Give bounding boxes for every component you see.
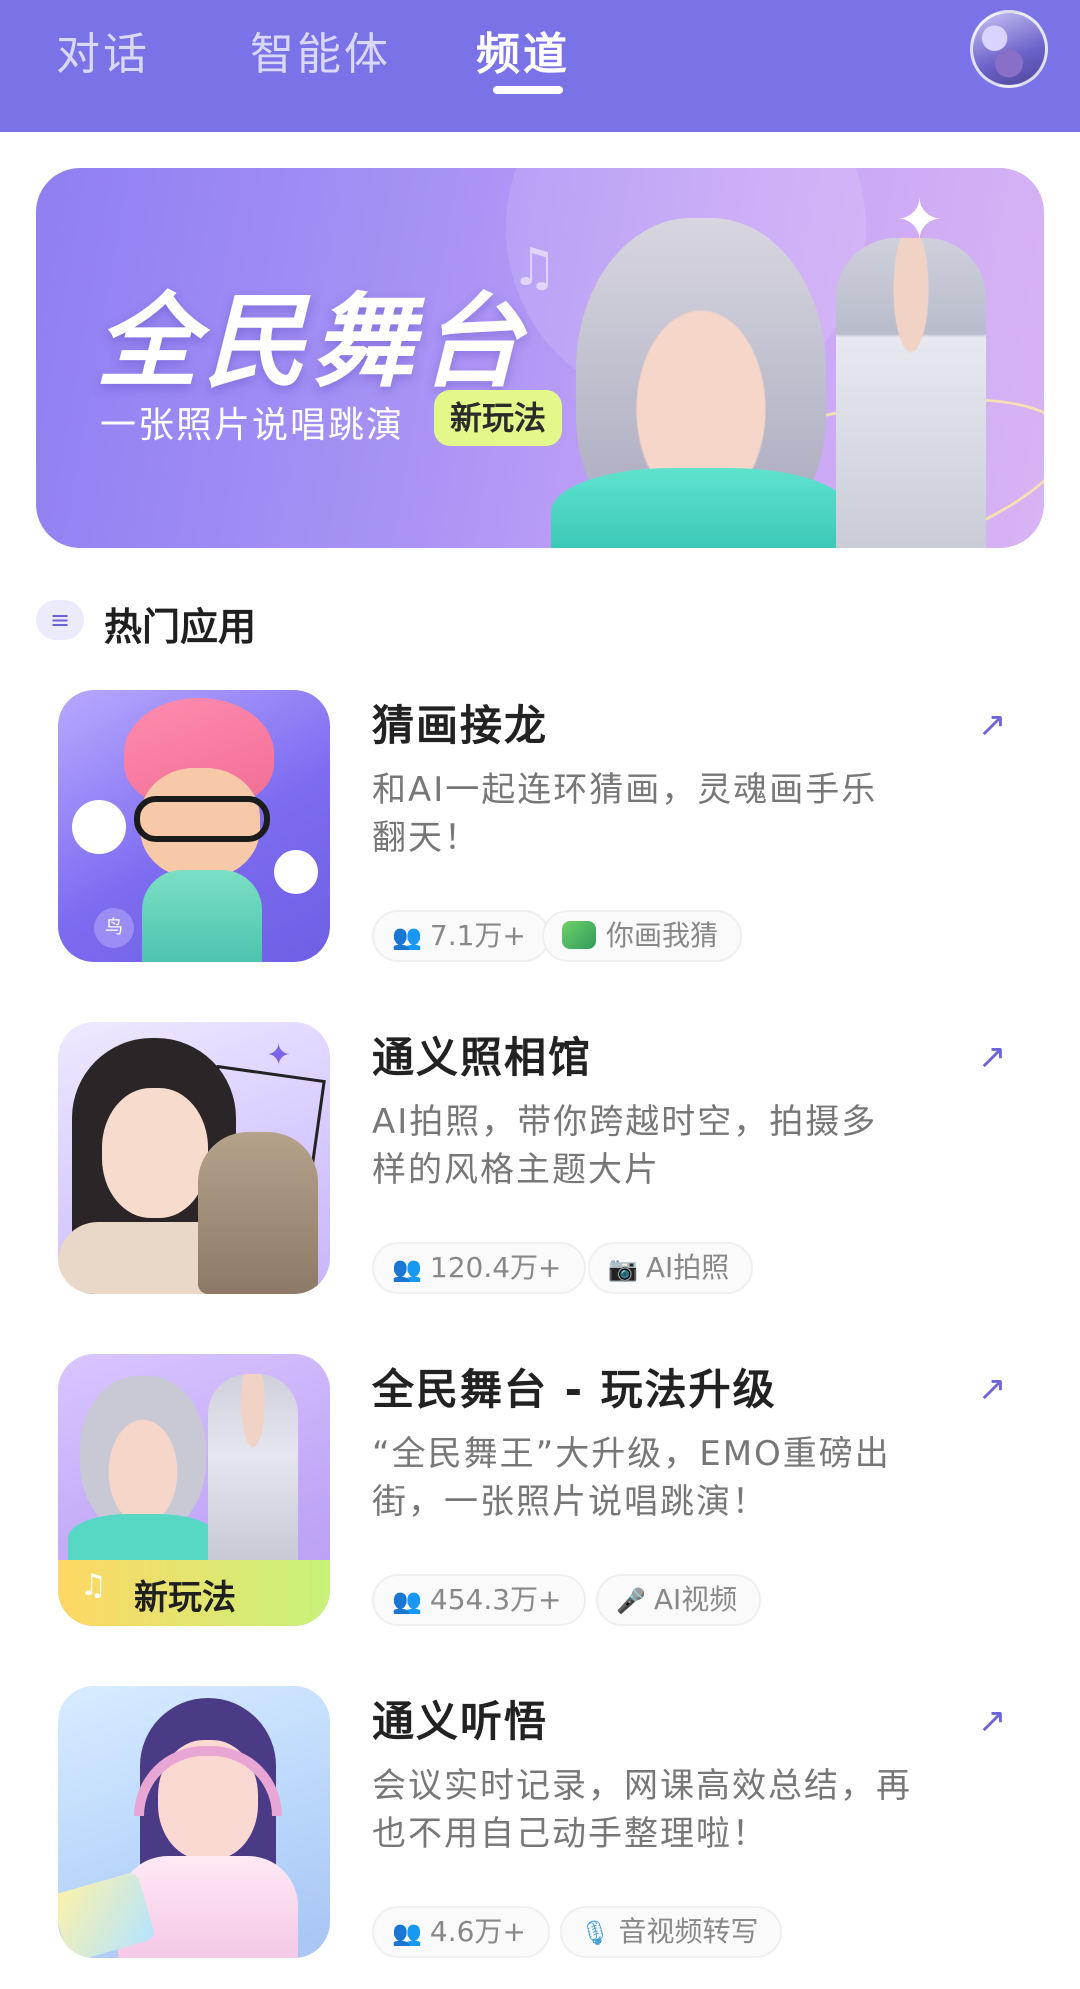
banner-subtitle: 一张照片说唱跳演 — [100, 405, 405, 446]
thumbnail-badge-text: 新玩法 — [134, 1578, 236, 1618]
music-note-icon: ♫ — [80, 1568, 107, 1603]
thumbnail-tag: 鸟 — [94, 908, 134, 948]
category-chip[interactable]: 🎙 音视频转写 — [560, 1906, 783, 1958]
app-description: 和AI一起连环猜画，灵魂画手乐翻天！ — [372, 770, 878, 858]
app-thumbnail: ♫ 新玩法 — [58, 1354, 330, 1626]
app-thumbnail — [58, 1686, 330, 1958]
app-title: 通义听悟 — [372, 1697, 549, 1746]
sparkle-icon: ✦ — [266, 1038, 292, 1073]
banner-title: 全民舞台 — [96, 283, 528, 402]
microphone-icon: 🎙 — [580, 1919, 611, 1947]
glasses-icon — [134, 796, 270, 842]
users-count: 4.6万+ — [429, 1915, 526, 1948]
user-avatar-icon[interactable] — [970, 10, 1048, 88]
users-count-chip: 👥 120.4万+ — [372, 1242, 586, 1294]
owl-icon — [72, 800, 126, 854]
app-title: 通义照相馆 — [372, 1033, 593, 1082]
open-arrow-icon[interactable]: ↗ — [978, 1040, 1012, 1074]
promo-banner[interactable]: ♫ ✦ 全民舞台 一张照片说唱跳演 新玩法 — [36, 168, 1044, 548]
app-description: 会议实时记录，网课高效总结，再也不用自己动手整理啦！ — [372, 1766, 912, 1854]
banner-character-fullbody — [836, 238, 986, 548]
category-label: AI视频 — [653, 1583, 738, 1616]
character-portrait — [80, 1376, 206, 1536]
active-tab-indicator — [493, 86, 563, 94]
character-body — [142, 870, 262, 962]
users-icon: 👥 — [392, 923, 422, 951]
users-count-chip: 👥 454.3万+ — [372, 1574, 586, 1626]
users-count: 7.1万+ — [429, 919, 526, 952]
app-card-dance-stage[interactable]: ♫ 新玩法 全民舞台 - 玩法升级 “全民舞王”大升级，EMO重磅出街，一张照片… — [0, 1354, 1080, 1654]
users-count: 454.3万+ — [429, 1583, 562, 1616]
category-chip[interactable]: 🎤 AI视频 — [596, 1574, 762, 1626]
users-icon: 👥 — [392, 1919, 422, 1947]
app-title: 猜画接龙 — [372, 701, 549, 750]
app-description: AI拍照，带你跨越时空，拍摄多样的风格主题大片 — [372, 1102, 878, 1190]
category-label: 音视频转写 — [618, 1915, 759, 1948]
tab-agents[interactable]: 智能体 — [250, 18, 391, 82]
app-title: 全民舞台 - 玩法升级 — [372, 1365, 777, 1414]
microphone-icon: 🎤 — [616, 1587, 646, 1615]
category-label: 你画我猜 — [606, 919, 719, 952]
cat-icon — [198, 1132, 318, 1294]
category-chip[interactable]: 你画我猜 — [542, 910, 743, 962]
category-chip[interactable]: 📷 AI拍照 — [588, 1242, 754, 1294]
top-nav-bar: 对话 智能体 频道 — [0, 0, 1080, 132]
app-description: “全民舞王”大升级，EMO重磅出街，一张照片说唱跳演！ — [372, 1434, 891, 1522]
app-card-tingwu[interactable]: 通义听悟 会议实时记录，网课高效总结，再也不用自己动手整理啦！ ↗ 👥 4.6万+… — [0, 1686, 1080, 1986]
open-arrow-icon[interactable]: ↗ — [978, 1704, 1012, 1738]
users-count-chip: 👥 7.1万+ — [372, 910, 550, 962]
banner-new-badge: 新玩法 — [434, 390, 563, 446]
app-thumbnail: ✦ — [58, 1022, 330, 1294]
section-title: 热门应用 — [104, 605, 257, 649]
tab-channel[interactable]: 频道 — [476, 18, 570, 82]
app-card-photo-studio[interactable]: ✦ 通义照相馆 AI拍照，带你跨越时空，拍摄多样的风格主题大片 ↗ 👥 120.4… — [0, 1022, 1080, 1322]
open-arrow-icon[interactable]: ↗ — [978, 1372, 1012, 1406]
open-arrow-icon[interactable]: ↗ — [978, 708, 1012, 742]
app-card-guess-drawing[interactable]: 鸟 猜画接龙 和AI一起连环猜画，灵魂画手乐翻天！ ↗ 👥 7.1万+ 你画我猜 — [0, 690, 1080, 990]
category-label: AI拍照 — [645, 1251, 730, 1284]
list-icon: ≡ — [36, 600, 84, 640]
camera-icon: 📷 — [608, 1255, 638, 1283]
users-icon: 👥 — [392, 1587, 422, 1615]
dragon-icon — [562, 921, 596, 949]
users-icon: 👥 — [392, 1255, 422, 1283]
character-fullbody — [208, 1374, 298, 1574]
app-thumbnail: 鸟 — [58, 690, 330, 962]
users-count: 120.4万+ — [429, 1251, 562, 1284]
bird-icon — [274, 850, 318, 894]
character-face — [102, 1088, 208, 1218]
banner-character-jacket — [551, 468, 851, 548]
tab-chat[interactable]: 对话 — [56, 18, 150, 82]
users-count-chip: 👥 4.6万+ — [372, 1906, 550, 1958]
